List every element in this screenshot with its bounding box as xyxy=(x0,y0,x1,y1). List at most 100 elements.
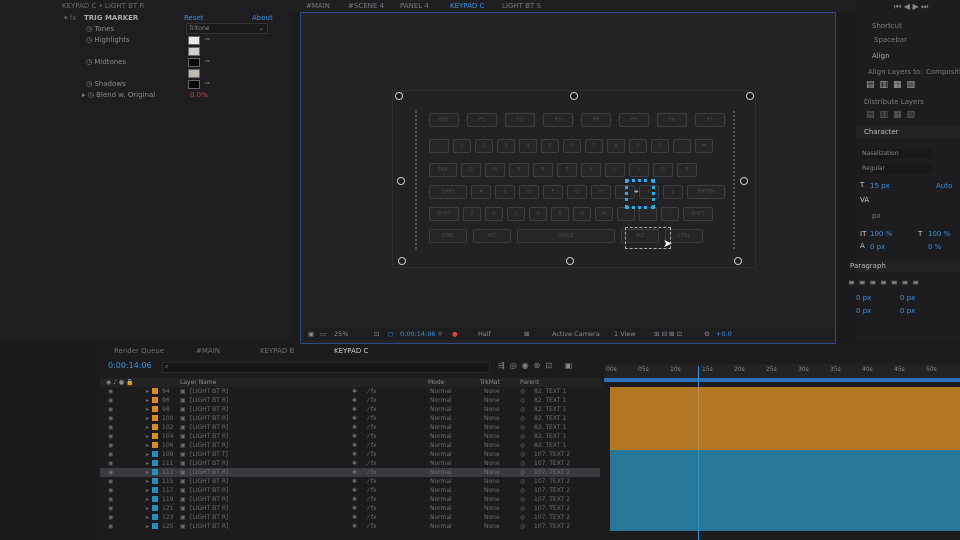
parent-dropdown[interactable]: 107. TEXT 2 xyxy=(534,496,570,503)
fx-switch-icon[interactable]: ⁄ fx xyxy=(368,505,377,512)
trkmat-dropdown[interactable]: None xyxy=(484,487,500,494)
tab-panel-4[interactable]: PANEL 4 xyxy=(400,2,429,10)
anchor-point-handle[interactable] xyxy=(625,179,655,209)
midtones-sub-swatch[interactable] xyxy=(188,69,200,78)
mode-dropdown[interactable]: Normal xyxy=(430,433,452,440)
shy-icon[interactable]: ✱ xyxy=(352,478,357,485)
keypad-key[interactable]: U xyxy=(605,163,625,177)
space-after-value[interactable]: 0 px xyxy=(900,307,915,315)
pickwhip-icon[interactable]: ◎ xyxy=(520,406,525,413)
camera-dropdown[interactable]: Active Camera xyxy=(552,330,600,338)
keypad-key[interactable]: F5 xyxy=(619,113,649,127)
fx-switch-icon[interactable]: ⁄ fx xyxy=(368,514,377,521)
mode-dropdown[interactable]: Normal xyxy=(430,424,452,431)
align-target-dropdown[interactable]: Composition xyxy=(926,68,960,76)
keypad-key[interactable]: - xyxy=(673,139,691,153)
fx-switch-icon[interactable]: ⁄ fx xyxy=(368,487,377,494)
layer-name[interactable]: [LIGHT BT R] xyxy=(190,424,228,431)
highlights-sub-swatch[interactable] xyxy=(188,47,200,56)
pickwhip-icon[interactable]: ◎ xyxy=(520,451,525,458)
work-area-bar[interactable] xyxy=(604,378,960,382)
transform-handle[interactable] xyxy=(395,92,403,100)
table-row[interactable]: ◉ ▸ 119 ▣ [LIGHT BT R] ✱ ⁄ fx Normal None ◎ 107. T… xyxy=(100,495,600,504)
label-color-swatch[interactable] xyxy=(152,406,158,412)
keypad-key[interactable]: A xyxy=(471,185,491,199)
layer-name[interactable]: [LIGHT BT R] xyxy=(190,406,228,413)
visibility-icon[interactable]: ◉ xyxy=(108,487,113,494)
expand-arrow-icon[interactable]: ▸ xyxy=(146,397,149,404)
layer-duration-bar[interactable] xyxy=(610,495,960,504)
trkmat-dropdown[interactable]: None xyxy=(484,451,500,458)
mode-dropdown[interactable]: Normal xyxy=(430,451,452,458)
shy-icon[interactable]: ✱ xyxy=(352,415,357,422)
parent-dropdown[interactable]: 107. TEXT 2 xyxy=(534,469,570,476)
exposure-value[interactable]: +0.0 xyxy=(716,330,732,338)
shy-icon[interactable]: ✱ xyxy=(352,442,357,449)
align-buttons[interactable]: ▤▥▦▧ xyxy=(866,80,920,90)
trkmat-dropdown[interactable]: None xyxy=(484,460,500,467)
shy-icon[interactable]: ✱ xyxy=(352,469,357,476)
layer-duration-bar[interactable] xyxy=(610,468,960,477)
label-color-swatch[interactable] xyxy=(152,415,158,421)
pickwhip-icon[interactable]: ◎ xyxy=(520,478,525,485)
keypad-key[interactable]: X xyxy=(485,207,503,221)
visibility-icon[interactable]: ◉ xyxy=(108,514,113,521)
time-ruler[interactable]: 00s 05s 10s 15s 20s 25s 30s 35s 40s 45s 50s xyxy=(604,364,960,382)
expand-arrow-icon[interactable]: ▸ xyxy=(146,433,149,440)
keypad-key[interactable]: SHIFT xyxy=(683,207,713,221)
tab-keypad-c[interactable]: KEYPAD C xyxy=(450,2,484,10)
mode-dropdown[interactable]: Normal xyxy=(430,469,452,476)
keypad-key[interactable]: F4 xyxy=(581,113,611,127)
midtones-color-swatch[interactable] xyxy=(188,58,200,67)
mode-dropdown[interactable]: Normal xyxy=(430,406,452,413)
keypad-key[interactable]: B xyxy=(551,207,569,221)
tracking-unit[interactable]: px xyxy=(872,212,881,220)
tab-timeline-keypad-c[interactable]: KEYPAD C xyxy=(334,347,368,355)
layer-duration-bar[interactable] xyxy=(610,414,960,423)
keypad-key[interactable]: Z xyxy=(463,207,481,221)
mode-dropdown[interactable]: Normal xyxy=(430,514,452,521)
layer-name[interactable]: [LIGHT BT R] xyxy=(190,388,228,395)
expand-arrow-icon[interactable]: ▸ xyxy=(146,451,149,458)
visibility-icon[interactable]: ◉ xyxy=(108,442,113,449)
indent-first-value[interactable]: 0 px xyxy=(900,294,915,302)
region-icon[interactable]: ⊠ xyxy=(524,330,529,338)
pickwhip-icon[interactable]: ◎ xyxy=(520,514,525,521)
mode-dropdown[interactable]: Normal xyxy=(430,460,452,467)
gear-icon[interactable]: ⚙ xyxy=(704,330,710,338)
keypad-key[interactable]: 4 xyxy=(519,139,537,153)
mode-dropdown[interactable]: Normal xyxy=(430,478,452,485)
layer-duration-bar[interactable] xyxy=(610,423,960,432)
mode-dropdown[interactable]: Normal xyxy=(430,487,452,494)
transform-handle[interactable] xyxy=(397,177,405,185)
table-row[interactable]: ◉ ▸ 111 ▣ [LIGHT BT R] ✱ ⁄ fx Normal None ◎ 107. T… xyxy=(100,459,600,468)
stopwatch-icon[interactable]: ◷ xyxy=(88,91,96,99)
trkmat-dropdown[interactable]: None xyxy=(484,505,500,512)
parent-dropdown[interactable]: 107. TEXT 2 xyxy=(534,451,570,458)
eyedropper-icon[interactable]: ⊸ xyxy=(204,57,210,65)
keypad-key[interactable]: S xyxy=(495,185,515,199)
pickwhip-icon[interactable]: ◎ xyxy=(520,505,525,512)
layer-name[interactable]: [LIGHT BT R] xyxy=(190,433,228,440)
blend-value[interactable]: 0.0% xyxy=(190,91,208,99)
keypad-key[interactable]: . xyxy=(639,207,657,221)
mode-dropdown[interactable]: Normal xyxy=(430,388,452,395)
keypad-key[interactable]: 0 xyxy=(651,139,669,153)
keypad-key[interactable]: ALT xyxy=(473,229,511,243)
label-color-swatch[interactable] xyxy=(152,442,158,448)
layer-duration-bar[interactable] xyxy=(610,459,960,468)
keypad-key[interactable]: 9 xyxy=(629,139,647,153)
table-row[interactable]: ◉ ▸ 106 ▣ [LIGHT BT R] ✱ ⁄ fx Normal None ◎ 82. TE… xyxy=(100,441,600,450)
expand-arrow-icon[interactable]: ▸ xyxy=(146,424,149,431)
layer-name[interactable]: [LIGHT BT R] xyxy=(190,442,228,449)
fx-switch-icon[interactable]: ⁄ fx xyxy=(368,424,377,431)
keypad-key[interactable]: 2 xyxy=(475,139,493,153)
shy-icon[interactable]: ✱ xyxy=(352,424,357,431)
expand-arrow-icon[interactable]: ▸ xyxy=(146,388,149,395)
keypad-key[interactable]: 1 xyxy=(453,139,471,153)
leading-value[interactable]: Auto xyxy=(936,182,952,190)
layer-name[interactable]: [LIGHT BT R] xyxy=(190,514,228,521)
col-parent[interactable]: Parent xyxy=(520,379,539,386)
visibility-icon[interactable]: ◉ xyxy=(108,460,113,467)
playback-controls[interactable]: ⏮ ◀ ▶ ⏭ xyxy=(894,2,928,12)
